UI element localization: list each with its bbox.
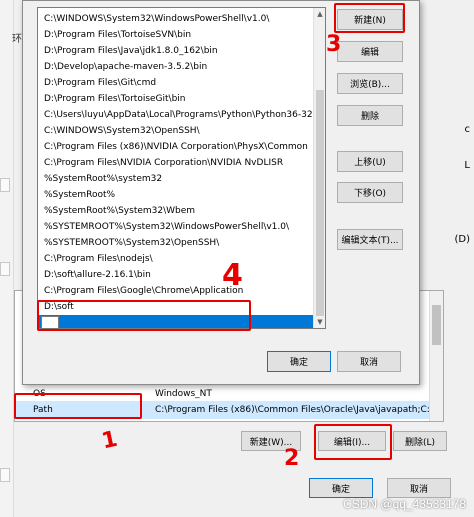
- scrollbar-thumb[interactable]: [432, 305, 441, 345]
- path-list-scrollbar[interactable]: ▲ ▼: [313, 8, 325, 328]
- scrollbar-thumb[interactable]: [316, 90, 324, 316]
- path-list-item[interactable]: C:\Program Files\nodejs\: [38, 251, 313, 267]
- path-list-item[interactable]: D:\Program Files\TortoiseSVN\bin: [38, 27, 313, 43]
- path-list-item[interactable]: C:\Users\luyu\AppData\Local\Programs\Pyt…: [38, 107, 313, 123]
- annotation-box-new-entry: [37, 300, 251, 331]
- edit-button[interactable]: 编辑: [337, 41, 403, 62]
- annotation-box-edit-button: [314, 424, 392, 460]
- variable-value: C:\Program Files (x86)\Common Files\Orac…: [155, 405, 429, 415]
- path-list-item[interactable]: C:\Program Files\NVIDIA Corporation\NVID…: [38, 155, 313, 171]
- path-list-item[interactable]: D:\Develop\apache-maven-3.5.2\bin: [38, 59, 313, 75]
- csdn-watermark: CSDN @qq_43533178: [343, 497, 466, 511]
- path-list-item[interactable]: C:\Program Files\Google\Chrome\Applicati…: [38, 283, 313, 299]
- scroll-up-icon[interactable]: ▲: [314, 8, 325, 20]
- annotation-number-4: 4: [222, 258, 243, 293]
- right-fragment-d: (D): [454, 234, 470, 245]
- path-list-item[interactable]: %SystemRoot%\System32\Wbem: [38, 203, 313, 219]
- move-up-button[interactable]: 上移(U): [337, 151, 403, 172]
- annotation-box-new-button: [334, 3, 405, 33]
- edge-marker: [0, 178, 10, 192]
- browse-button[interactable]: 浏览(B)...: [337, 73, 403, 94]
- path-list-item[interactable]: %SystemRoot%\system32: [38, 171, 313, 187]
- path-list[interactable]: ▲ ▼ C:\WINDOWS\System32\WindowsPowerShel…: [37, 7, 326, 329]
- variable-value: Windows_NT: [155, 389, 212, 399]
- annotation-number-2: 2: [284, 446, 300, 471]
- path-list-item[interactable]: %SYSTEMROOT%\System32\WindowsPowerShell\…: [38, 219, 313, 235]
- system-delete-button[interactable]: 删除(L): [393, 431, 447, 451]
- window-cancel-button[interactable]: 取消: [387, 478, 451, 498]
- window-title-fragment: 环: [12, 34, 22, 45]
- annotation-box-path-row: [14, 393, 142, 419]
- delete-button[interactable]: 删除: [337, 105, 403, 126]
- path-list-item[interactable]: %SystemRoot%: [38, 187, 313, 203]
- cancel-button[interactable]: 取消: [337, 351, 401, 372]
- right-fragment-c: c: [464, 124, 471, 135]
- annotation-number-3: 3: [326, 32, 342, 57]
- right-fragment-l: L: [464, 160, 470, 171]
- scroll-down-icon[interactable]: ▼: [314, 316, 325, 328]
- path-list-item[interactable]: C:\Program Files (x86)\NVIDIA Corporatio…: [38, 139, 313, 155]
- path-list-item[interactable]: D:\Program Files\Git\cmd: [38, 75, 313, 91]
- path-list-item[interactable]: C:\WINDOWS\System32\WindowsPowerShell\v1…: [38, 11, 313, 27]
- left-edge-strip: [0, 0, 14, 517]
- edit-text-button[interactable]: 编辑文本(T)...: [337, 229, 403, 250]
- edge-marker: [0, 262, 10, 276]
- ok-button[interactable]: 确定: [267, 351, 331, 372]
- path-list-item[interactable]: D:\soft\allure-2.16.1\bin: [38, 267, 313, 283]
- path-list-item[interactable]: D:\Program Files\TortoiseGit\bin: [38, 91, 313, 107]
- list-scrollbar[interactable]: [429, 291, 443, 421]
- path-list-item[interactable]: C:\WINDOWS\System32\OpenSSH\: [38, 123, 313, 139]
- path-list-item[interactable]: D:\Program Files\Java\jdk1.8.0_162\bin: [38, 43, 313, 59]
- window-ok-button[interactable]: 确定: [309, 478, 373, 498]
- move-down-button[interactable]: 下移(O): [337, 182, 403, 203]
- edge-marker: [0, 468, 10, 482]
- path-list-item[interactable]: %SYSTEMROOT%\System32\OpenSSH\: [38, 235, 313, 251]
